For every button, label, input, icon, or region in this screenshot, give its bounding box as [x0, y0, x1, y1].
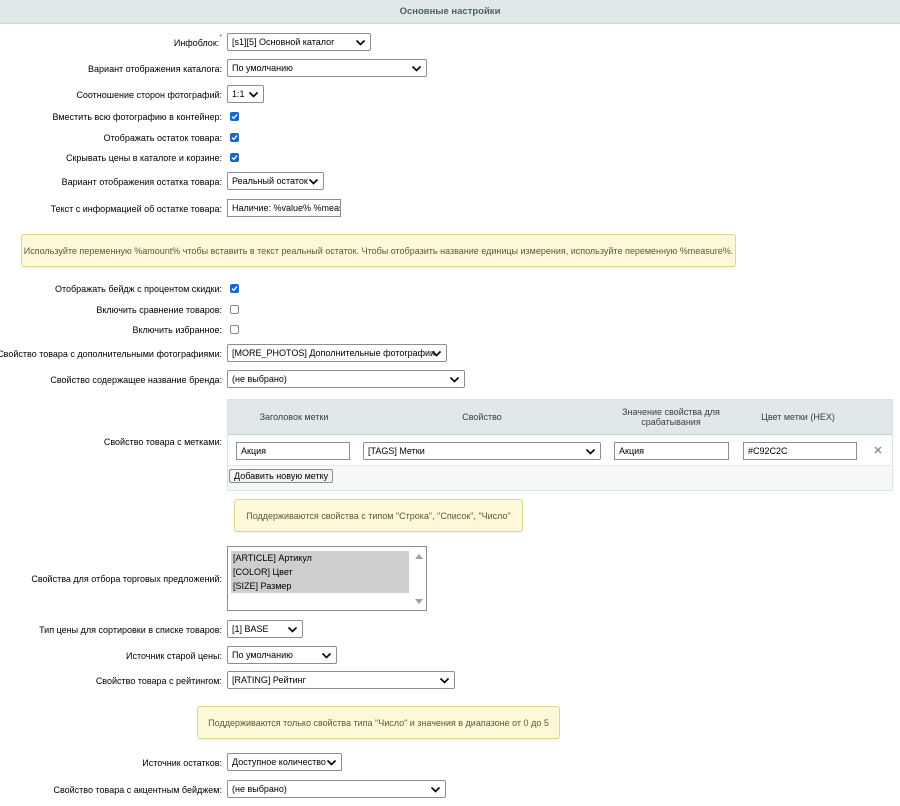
add-label-button[interactable]: Добавить новую метку	[229, 469, 334, 483]
ratio-label: Соотношение сторон фотографий:	[76, 90, 222, 100]
chevron-down-icon	[248, 91, 259, 98]
chevron-down-icon	[431, 350, 442, 357]
compare-checkbox[interactable]	[230, 305, 239, 314]
more-photos-select[interactable]: [MORE_PHOTOS] Дополнительные фотографии	[227, 344, 447, 362]
field-row-offers-props: Свойства для отбора торговых предложений…	[0, 569, 900, 589]
quantity-view-label: Вариант отображения остатка товара:	[61, 177, 222, 187]
discount-badge-label: Отображать бейдж с процентом скидки:	[54, 284, 222, 294]
checkmark-icon	[231, 286, 238, 292]
compare-label: Включить сравнение товаров:	[96, 305, 222, 315]
field-row-view-mode: Вариант отображения каталога: По умолчан…	[0, 59, 900, 79]
chevron-down-icon	[585, 448, 596, 455]
header-value: Значение свойства для срабатывания	[622, 407, 720, 427]
chevron-down-icon	[308, 178, 319, 185]
discount-badge-checkbox[interactable]	[230, 284, 239, 293]
list-item[interactable]: [COLOR] Цвет	[231, 565, 409, 579]
more-photos-label: Свойство товара с дополнительными фотогр…	[0, 349, 222, 359]
stock-source-label: Источник остатков:	[142, 758, 222, 768]
field-row-show-quantity: Отображать остаток товара:	[0, 128, 900, 148]
header-color: Цвет метки (HEX)	[761, 412, 835, 422]
rating-hint: Поддерживаются только свойства типа "Чис…	[197, 706, 560, 739]
triangle-up-icon[interactable]	[414, 552, 424, 560]
field-row-accent-badge: Свойство товара с акцентным бейджем: (не…	[0, 780, 900, 800]
field-row-discount-badge: Отображать бейдж с процентом скидки:	[0, 279, 900, 299]
chevron-down-icon	[326, 759, 337, 766]
quantity-text-input[interactable]: Наличие: %value% %measure%	[227, 199, 341, 217]
show-quantity-label: Отображать остаток товара:	[103, 133, 222, 143]
field-row-brand: Свойство содержащее название бренда: (не…	[0, 370, 900, 390]
price-type-select[interactable]: [1] BASE	[227, 620, 303, 638]
labels-label: Свойство товара с метками:	[103, 437, 222, 447]
offers-props-label: Свойства для отбора торговых предложений…	[31, 574, 222, 584]
checkmark-icon	[231, 135, 238, 141]
iblock-label: Инфоблок:*	[173, 34, 222, 48]
quantity-hint: Используйте переменную %amount% чтобы вс…	[21, 234, 736, 267]
chevron-down-icon	[321, 652, 332, 659]
field-row-hide-prices: Скрывать цены в каталоге и корзине:	[0, 148, 900, 168]
price-type-label: Тип цены для сортировки в списке товаров…	[39, 625, 222, 635]
triangle-down-icon[interactable]	[414, 598, 424, 606]
fit-photo-label: Вместить всю фотографию в контейнер:	[52, 112, 222, 122]
field-row-old-price: Источник старой цены: По умолчанию	[0, 646, 900, 666]
table-row: Акция [TAGS] Метки Акция #C92C2C	[228, 436, 892, 466]
offers-props-listbox[interactable]: [ARTICLE] Артикул [COLOR] Цвет [SIZE] Ра…	[227, 546, 427, 611]
quantity-view-select[interactable]: Реальный остаток	[227, 172, 324, 190]
ratio-select[interactable]: 1:1	[227, 85, 264, 103]
chevron-down-icon	[430, 786, 441, 793]
checkmark-icon	[231, 155, 238, 161]
chevron-down-icon	[287, 626, 298, 633]
chevron-down-icon	[355, 39, 366, 46]
old-price-select[interactable]: По умолчанию	[227, 646, 337, 664]
stock-source-select[interactable]: Доступное количество	[227, 753, 342, 771]
brand-label: Свойство содержащее название бренда:	[50, 375, 222, 385]
favorites-label: Включить избранное:	[132, 325, 222, 335]
chevron-down-icon	[439, 677, 450, 684]
rating-label: Свойство товара с рейтингом:	[95, 676, 222, 686]
accent-badge-select[interactable]: (не выбрано)	[227, 780, 446, 798]
rating-select[interactable]: [RATING] Рейтинг	[227, 671, 455, 689]
field-row-price-type: Тип цены для сортировки в списке товаров…	[0, 620, 900, 640]
label-color-input[interactable]: #C92C2C	[743, 442, 857, 460]
field-row-more-photos: Свойство товара с дополнительными фотогр…	[0, 344, 900, 364]
chevron-down-icon	[411, 65, 422, 72]
label-property-select[interactable]: [TAGS] Метки	[363, 442, 601, 460]
brand-select[interactable]: (не выбрано)	[227, 370, 465, 388]
required-mark: *	[219, 34, 222, 41]
field-row-favorites: Включить избранное:	[0, 320, 900, 340]
fit-photo-checkbox[interactable]	[230, 112, 239, 121]
header-property: Свойство	[462, 412, 502, 422]
view-mode-select[interactable]: По умолчанию	[227, 59, 427, 77]
labels-hint: Поддерживаются свойства с типом "Строка"…	[234, 499, 523, 532]
labels-table: Заголовок метки Свойство Значение свойст…	[227, 399, 893, 491]
field-row-ratio: Соотношение сторон фотографий: 1:1	[0, 85, 900, 105]
field-row-iblock: Инфоблок:* [s1][5] Основной каталог	[0, 33, 900, 53]
section-header: Основные настройки	[0, 0, 900, 24]
show-quantity-checkbox[interactable]	[230, 133, 239, 142]
chevron-down-icon	[449, 376, 460, 383]
field-row-stock-source: Источник остатков: Доступное количество	[0, 753, 900, 773]
list-item[interactable]: [ARTICLE] Артикул	[231, 551, 409, 565]
checkmark-icon	[231, 114, 238, 120]
header-title: Заголовок метки	[259, 412, 329, 422]
hide-prices-label: Скрывать цены в каталоге и корзине:	[65, 153, 222, 163]
labels-table-header: Заголовок метки Свойство Значение свойст…	[228, 400, 892, 435]
hide-prices-checkbox[interactable]	[230, 153, 239, 162]
old-price-label: Источник старой цены:	[126, 651, 222, 661]
close-icon[interactable]	[873, 445, 883, 455]
field-row-fit-photo: Вместить всю фотографию в контейнер:	[0, 107, 900, 127]
favorites-checkbox[interactable]	[230, 325, 239, 334]
field-row-rating: Свойство товара с рейтингом: [RATING] Ре…	[0, 671, 900, 691]
accent-badge-label: Свойство товара с акцентным бейджем:	[53, 785, 222, 795]
iblock-select[interactable]: [s1][5] Основной каталог	[227, 33, 371, 51]
list-item[interactable]: [SIZE] Размер	[231, 579, 409, 593]
quantity-text-label: Текст с информацией об остатке товара:	[50, 204, 222, 214]
label-title-input[interactable]: Акция	[236, 442, 350, 460]
section-title: Основные настройки	[399, 6, 501, 17]
view-mode-label: Вариант отображения каталога:	[88, 64, 222, 74]
label-value-input[interactable]: Акция	[614, 442, 729, 460]
field-row-quantity-text: Текст с информацией об остатке товара: Н…	[0, 199, 900, 219]
field-row-compare: Включить сравнение товаров:	[0, 300, 900, 320]
field-row-quantity-view: Вариант отображения остатка товара: Реал…	[0, 172, 900, 192]
